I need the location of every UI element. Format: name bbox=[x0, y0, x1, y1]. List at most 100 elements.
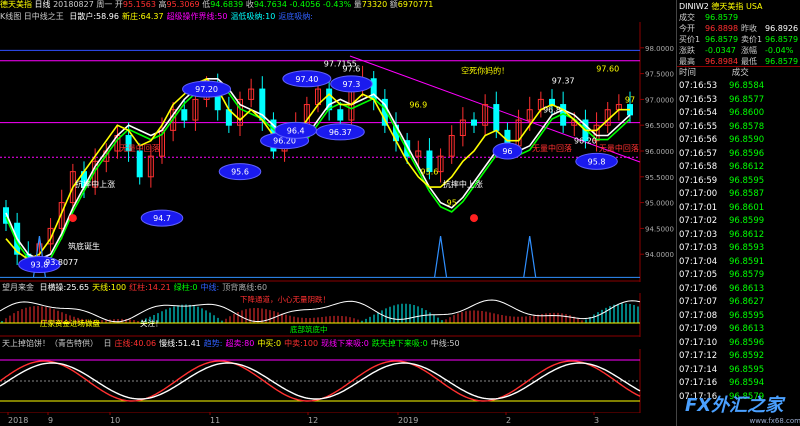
main-indicator-name[interactable]: K线图 bbox=[0, 12, 21, 21]
mid-indicator-name[interactable]: 望月来金 bbox=[2, 283, 34, 292]
tick-time: 07:17:04 bbox=[679, 256, 718, 267]
period-label[interactable]: 日线 bbox=[35, 0, 51, 9]
tick-row: 07:17:14 96.8595 bbox=[679, 364, 799, 377]
mid-annotation: 关注！ bbox=[140, 318, 163, 328]
quote-label: 涨幅 bbox=[741, 46, 757, 55]
main-indicator-items: 日散户:58.96 新庄:64.37 超级操作界线:50 温低吸纳:10 返底吸纳: bbox=[66, 12, 313, 21]
tick-time: 07:17:14 bbox=[679, 364, 718, 375]
tick-row: 07:17:07 96.8627 bbox=[679, 296, 799, 309]
quote-row: 涨跌 -0.0347 涨幅 -0.04% bbox=[679, 45, 799, 56]
y-tick-label: 94.0000 bbox=[645, 251, 674, 259]
mid-indicator-item: 中线: bbox=[200, 283, 220, 292]
tick-price: 96.8612 bbox=[729, 162, 765, 172]
candle-down bbox=[493, 104, 500, 131]
tick-time: 07:16:53 bbox=[679, 81, 718, 91]
chart-annotation: 无量中回落 bbox=[532, 143, 572, 153]
tick-row: 07:16:58 96.8612 bbox=[679, 161, 799, 174]
quote-market: USA bbox=[745, 2, 763, 11]
tick-row: 07:16:57 96.8596 bbox=[679, 148, 799, 161]
tick-time: 07:17:12 bbox=[679, 351, 718, 361]
tick-price: 96.8613 bbox=[729, 283, 765, 294]
tick-row: 07:17:09 96.8613 bbox=[679, 323, 799, 336]
low-indicator-item: 超卖:80 bbox=[225, 339, 255, 348]
tick-price: 96.8595 bbox=[729, 364, 765, 375]
tick-time: 07:17:09 bbox=[679, 324, 718, 334]
tick-time: 07:16:57 bbox=[679, 148, 718, 159]
tick-time: 07:17:01 bbox=[679, 202, 718, 213]
price-label: 95.8 bbox=[588, 157, 606, 166]
ticks-header: 时间 成交 bbox=[679, 67, 799, 80]
volume-value: 73320 bbox=[361, 0, 388, 9]
instrument-title: 德天美指 bbox=[0, 0, 32, 9]
mid-indicator-bar: 望月来金 日横操:25.65 天线:100 红柱:14.21 绿柱:0 中线: 顶背离线:… bbox=[2, 283, 662, 293]
quote-row: 买价1 96.8579 卖价1 96.8579 bbox=[679, 34, 799, 45]
price-label: 96.9 bbox=[409, 101, 427, 110]
header-bar: 德天美指 日线 20180827 周一 开95.1563 高95.3069 低9… bbox=[0, 0, 674, 10]
quote-label: 昨收 bbox=[741, 24, 757, 33]
chart-annotation: 空死你妈的！ bbox=[461, 66, 509, 76]
y-tick-label: 94.5000 bbox=[645, 225, 674, 233]
low-indicator-item: 庄线:40.06 bbox=[114, 339, 157, 348]
main-indicator-formula[interactable]: 日中线之王 bbox=[24, 12, 64, 21]
quote-row: 成交 96.8579 bbox=[679, 12, 799, 23]
quote-label: 卖价1 bbox=[741, 35, 763, 44]
tick-price: 96.8592 bbox=[729, 351, 765, 361]
mid-annotation: 庄家资金进场做盘 bbox=[40, 318, 100, 328]
tick-row: 07:17:03 96.8593 bbox=[679, 242, 799, 255]
price-label: 97 bbox=[625, 95, 635, 104]
low-chart[interactable] bbox=[0, 349, 674, 413]
y-tick-label: 95.0000 bbox=[645, 200, 674, 208]
change-value: -0.4056 bbox=[289, 0, 321, 9]
tick-time: 07:16:54 bbox=[679, 108, 718, 118]
main-chart[interactable]: 93.893.807794.797.2095.696.2096.497.4096… bbox=[0, 22, 674, 282]
tick-row: 07:16:53 96.8584 bbox=[679, 80, 799, 93]
tick-time: 07:17:08 bbox=[679, 310, 718, 321]
price-label: 96.8 bbox=[543, 106, 561, 115]
close-label: 收 bbox=[245, 0, 254, 9]
x-tick-label: 9 bbox=[48, 416, 53, 425]
x-tick-label: 10 bbox=[110, 416, 120, 425]
quote-label: 今开 bbox=[679, 24, 695, 33]
tick-time: 07:16:55 bbox=[679, 121, 718, 132]
candle-down bbox=[337, 109, 344, 121]
tick-price: 96.8590 bbox=[729, 135, 765, 145]
tick-price: 96.8627 bbox=[729, 297, 765, 307]
tick-price: 96.8596 bbox=[729, 337, 765, 348]
watermark: FX外汇之家 www.fx68.com bbox=[685, 395, 800, 425]
tick-row: 07:16:54 96.8600 bbox=[679, 107, 799, 120]
price-label: 97.60 bbox=[596, 64, 619, 73]
tick-time: 07:17:03 bbox=[679, 243, 718, 253]
low-indicator-item: 趋势: bbox=[203, 339, 223, 348]
chart-annotation: 无量中回落 bbox=[599, 143, 639, 153]
tick-price: 96.8612 bbox=[729, 229, 765, 240]
quote-label: 买价1 bbox=[679, 35, 701, 44]
quote-value: 96.8579 bbox=[705, 35, 739, 44]
tick-row: 07:16:53 96.8577 bbox=[679, 94, 799, 107]
tick-row: 07:17:00 96.8587 bbox=[679, 188, 799, 201]
tick-time: 07:16:56 bbox=[679, 135, 718, 145]
main-indicator-item: 新庄:64.37 bbox=[121, 12, 164, 21]
tick-row: 07:17:03 96.8612 bbox=[679, 229, 799, 242]
price-label: 96.37 bbox=[329, 128, 352, 137]
volume-label: 量 bbox=[353, 0, 362, 9]
mid-chart[interactable]: 下降通道，小心无量阴跌！ 庄家资金进场做盘 关注！ 底部筑底中 bbox=[0, 293, 674, 337]
y-tick-label: 95.5000 bbox=[645, 174, 674, 182]
change-pct: -0.43% bbox=[322, 0, 352, 9]
tick-row: 07:17:01 96.8601 bbox=[679, 202, 799, 215]
quote-label: 涨跌 bbox=[679, 46, 695, 55]
quote-value: -0.04% bbox=[765, 46, 794, 55]
main-indicator-item: 日散户:58.96 bbox=[69, 12, 119, 21]
buy-signal-dot bbox=[470, 214, 478, 223]
price-label: 97.40 bbox=[295, 75, 318, 84]
quote-value: 96.8579 bbox=[765, 35, 799, 44]
x-tick-label: 2 bbox=[506, 416, 511, 425]
tick-price: 96.8595 bbox=[729, 175, 765, 186]
low-indicator-name[interactable]: 天上掉馅饼！（青告特供） bbox=[2, 339, 98, 348]
x-tick-label: 2019 bbox=[398, 416, 418, 425]
tick-price: 96.8587 bbox=[729, 189, 765, 199]
y-tick-label: 97.0000 bbox=[645, 96, 674, 104]
tick-time: 07:16:58 bbox=[679, 162, 718, 172]
buy-signal-dot bbox=[68, 214, 77, 223]
y-tick-label: 97.5000 bbox=[645, 71, 674, 79]
tick-time: 07:17:06 bbox=[679, 283, 718, 294]
